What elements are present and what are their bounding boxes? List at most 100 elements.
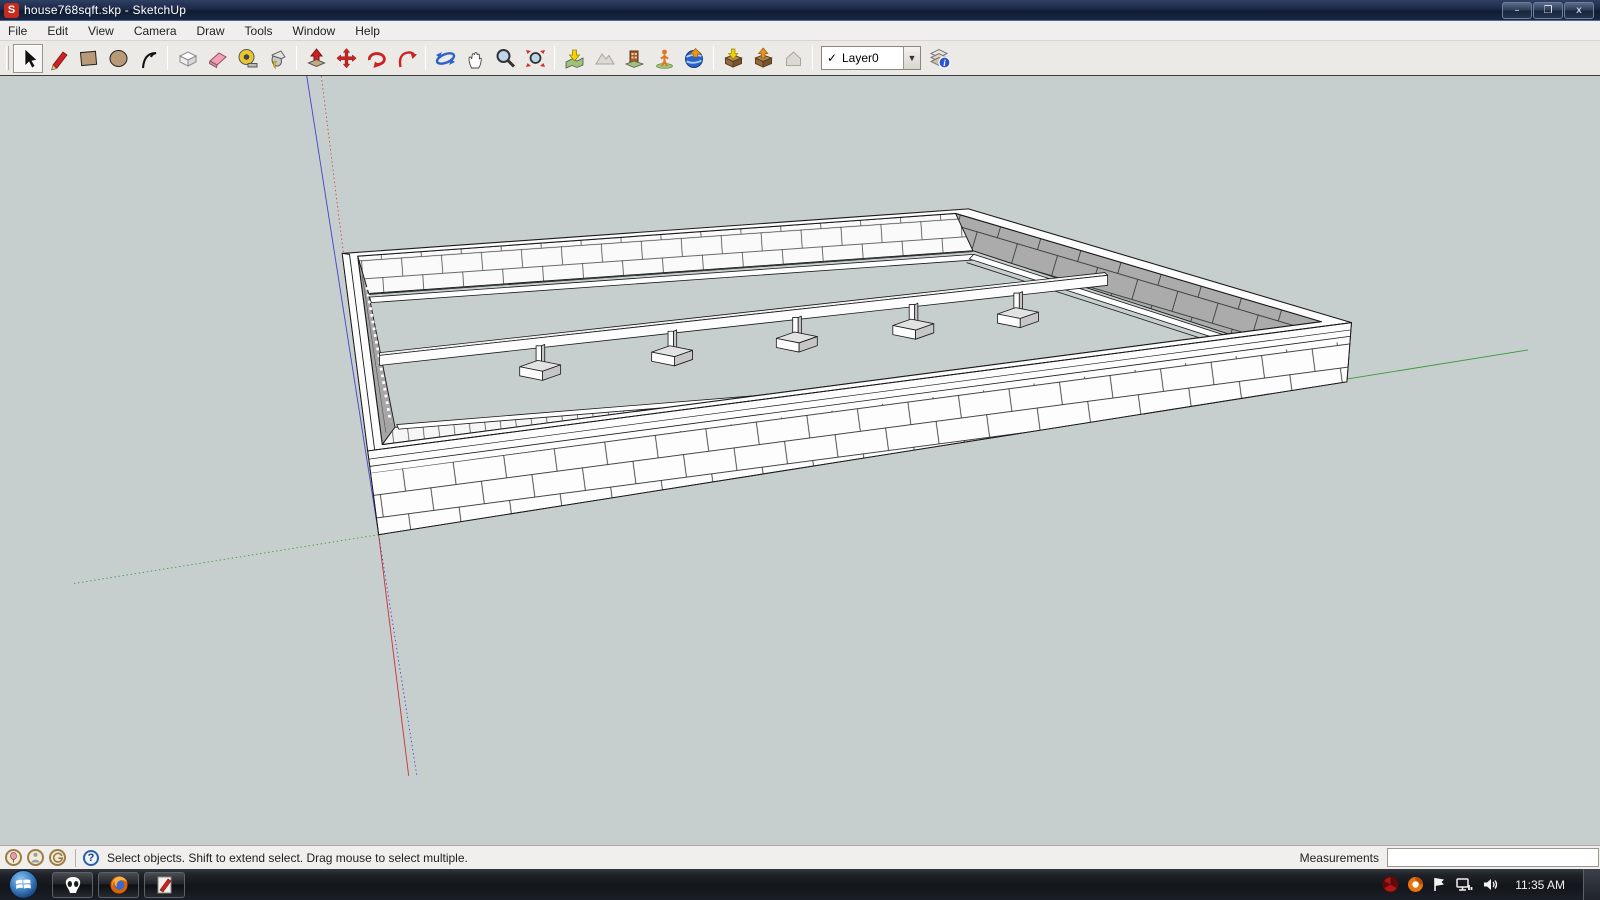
component-box-icon: [175, 46, 200, 71]
pan-tool-button[interactable]: [460, 44, 490, 73]
taskbar-app-firefox[interactable]: [98, 872, 139, 898]
help-icon[interactable]: ?: [83, 850, 99, 866]
measurements-input[interactable]: [1387, 848, 1599, 867]
menu-edit[interactable]: Edit: [37, 22, 78, 40]
taskbar-app-media-player[interactable]: [52, 872, 93, 898]
select-arrow-icon: [25, 49, 37, 68]
share-model-button[interactable]: [748, 44, 778, 73]
layer-manager-button[interactable]: i: [925, 44, 955, 73]
rotate-tool-button[interactable]: [361, 44, 391, 73]
rectangle-tool-button[interactable]: [73, 44, 103, 73]
menu-view[interactable]: View: [78, 22, 124, 40]
viewport-canvas[interactable]: [0, 76, 1600, 845]
person-icon[interactable]: [27, 849, 44, 866]
start-button[interactable]: [9, 870, 38, 899]
windows-flag-icon: [15, 876, 32, 893]
taskbar-clock[interactable]: 11:35 AM: [1515, 878, 1565, 892]
taskbar: 11:35 AM: [0, 869, 1600, 900]
status-message: Select objects. Shift to extend select. …: [107, 851, 1300, 865]
chevron-down-icon[interactable]: ▼: [903, 47, 920, 69]
tape-measure-icon: [235, 46, 260, 71]
layers-icon: i: [927, 45, 953, 71]
share-component-button[interactable]: [778, 44, 808, 73]
system-tray: 11:35 AM: [1382, 869, 1600, 900]
circle-tool-button[interactable]: [103, 44, 133, 73]
follow-me-icon: [394, 46, 419, 71]
firefox-icon: [108, 874, 130, 896]
zoom-tool-button[interactable]: [490, 44, 520, 73]
menu-help[interactable]: Help: [345, 22, 390, 40]
menu-window[interactable]: Window: [283, 22, 346, 40]
pencil-icon: [46, 46, 71, 71]
menu-draw[interactable]: Draw: [187, 22, 235, 40]
layer-visible-checkmark: ✓: [822, 51, 842, 65]
menu-file[interactable]: File: [0, 22, 37, 40]
network-icon[interactable]: [1455, 876, 1474, 893]
warehouse-upload-icon: [751, 46, 776, 71]
sketchup-app-icon: S: [4, 3, 19, 18]
push-pull-tool-button[interactable]: [301, 44, 331, 73]
eraser-tool-button[interactable]: [202, 44, 232, 73]
photo-textures-button[interactable]: [619, 44, 649, 73]
orbit-icon: [433, 46, 458, 71]
toggle-terrain-button[interactable]: [589, 44, 619, 73]
get-models-button[interactable]: [718, 44, 748, 73]
pan-hand-icon: [463, 46, 488, 71]
layer-dropdown-value: Layer0: [842, 51, 903, 65]
menu-camera[interactable]: Camera: [124, 22, 187, 40]
building-icon: [622, 46, 647, 71]
house-icon: [781, 46, 806, 71]
select-tool-button[interactable]: [13, 44, 43, 73]
red-app-icon[interactable]: [1382, 876, 1399, 893]
arc-tool-button[interactable]: [133, 44, 163, 73]
show-desktop-button[interactable]: [1583, 869, 1600, 900]
model-figure-button[interactable]: [649, 44, 679, 73]
terrain-icon: [592, 46, 617, 71]
figure-icon: [652, 46, 677, 71]
make-component-button[interactable]: [172, 44, 202, 73]
action-center-flag-icon[interactable]: [1432, 876, 1447, 893]
add-location-button[interactable]: [559, 44, 589, 73]
taskbar-app-sketchup[interactable]: [144, 872, 185, 898]
menu-tools[interactable]: Tools: [235, 22, 283, 40]
line-tool-button[interactable]: [43, 44, 73, 73]
status-bar: ? Select objects. Shift to extend select…: [0, 845, 1600, 869]
window-title: house768sqft.skp - SketchUp: [24, 3, 186, 17]
arc-icon: [136, 46, 161, 71]
move-icon: [334, 46, 359, 71]
rectangle-icon: [76, 46, 101, 71]
title-bar: S house768sqft.skp - SketchUp – ❐ x: [0, 0, 1600, 21]
media-player-icon: [62, 874, 84, 896]
sketchup-window: S house768sqft.skp - SketchUp – ❐ x File…: [0, 0, 1600, 900]
warehouse-download-icon: [721, 46, 746, 71]
move-tool-button[interactable]: [331, 44, 361, 73]
toolbar-grip[interactable]: [6, 46, 9, 70]
tape-measure-tool-button[interactable]: [232, 44, 262, 73]
paint-bucket-tool-button[interactable]: [262, 44, 292, 73]
google-earth-globe-icon: [682, 46, 707, 71]
zoom-extents-button[interactable]: [520, 44, 550, 73]
push-pull-icon: [304, 46, 329, 71]
sketchup-doc-icon: [154, 874, 176, 896]
add-location-icon: [562, 46, 587, 71]
toolbar: ✓ Layer0 ▼ i: [0, 41, 1600, 76]
zoom-icon: [493, 46, 518, 71]
measurements-label: Measurements: [1300, 851, 1379, 865]
google-icon[interactable]: [49, 849, 66, 866]
restore-button[interactable]: ❐: [1533, 2, 1563, 19]
volume-icon[interactable]: [1482, 876, 1501, 893]
menu-bar: File Edit View Camera Draw Tools Window …: [0, 21, 1600, 41]
paint-bucket-icon: [265, 46, 290, 71]
eraser-icon: [205, 46, 230, 71]
geolocation-icon[interactable]: [5, 849, 22, 866]
orbit-tool-button[interactable]: [430, 44, 460, 73]
preview-google-earth-button[interactable]: [679, 44, 709, 73]
layer-dropdown[interactable]: ✓ Layer0 ▼: [821, 46, 921, 70]
minimize-button[interactable]: –: [1502, 2, 1532, 19]
orange-app-icon[interactable]: [1407, 876, 1424, 893]
zoom-extents-icon: [523, 46, 548, 71]
follow-me-tool-button[interactable]: [391, 44, 421, 73]
modeling-viewport[interactable]: [0, 76, 1600, 845]
circle-icon: [106, 46, 131, 71]
close-button[interactable]: x: [1564, 2, 1594, 19]
